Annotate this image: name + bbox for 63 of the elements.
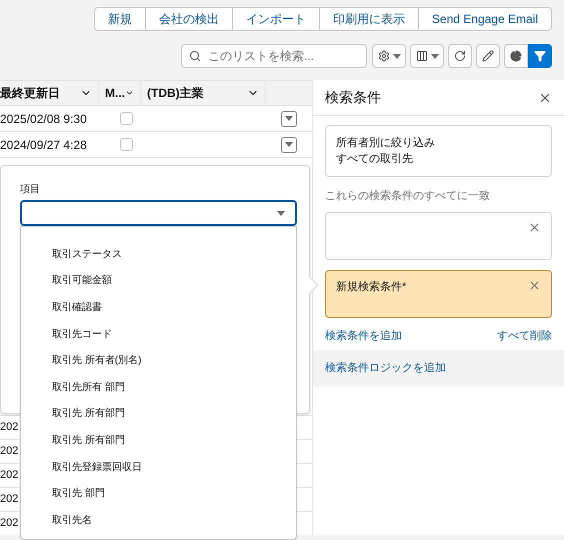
caret-icon xyxy=(430,54,438,58)
owner-filter-text: すべての取引先 xyxy=(336,152,414,167)
table-cell-text: 202 xyxy=(0,420,18,436)
column-header[interactable]: M... xyxy=(99,81,141,105)
remove-icon[interactable] xyxy=(528,220,541,234)
add-logic-link[interactable]: 検索条件ロジックを追加 xyxy=(325,362,446,374)
option-item[interactable]: 取引ステータス xyxy=(21,241,296,268)
columns-icon xyxy=(416,50,428,62)
table-cell-text: 2024/09/27 4:28 xyxy=(0,136,88,154)
table-cell-text: 202 xyxy=(0,516,18,532)
toolbar-button[interactable] xyxy=(476,44,500,68)
column-header[interactable]: (TDB)主業 xyxy=(141,81,266,105)
toolbar-button[interactable] xyxy=(448,44,472,68)
owner-filter-card[interactable]: 所有者別に絞り込み すべての取引先 xyxy=(325,125,552,177)
table-cell-text: 202 xyxy=(0,492,18,508)
refresh-icon xyxy=(454,50,466,62)
field-select[interactable] xyxy=(20,200,297,226)
caret-icon xyxy=(285,142,293,147)
action-button[interactable]: 会社の検出 xyxy=(144,7,233,31)
column-header[interactable]: 最終更新日 xyxy=(0,81,99,105)
field-label: 項目 xyxy=(20,183,41,197)
pencil-icon xyxy=(482,50,494,62)
action-button[interactable]: 新規 xyxy=(94,7,146,31)
remove-icon[interactable] xyxy=(528,278,541,292)
remove-all-link[interactable]: すべて削除 xyxy=(497,328,552,344)
option-item[interactable]: 取引先所有 部門 xyxy=(21,374,296,401)
toolbar-button[interactable] xyxy=(504,44,528,68)
option-item[interactable]: 取引先コード xyxy=(21,320,296,348)
action-button[interactable]: Send Engage Email xyxy=(418,7,552,31)
checkbox[interactable] xyxy=(120,138,132,151)
row-menu-button[interactable] xyxy=(281,136,297,152)
option-item[interactable]: 取引先名 xyxy=(21,506,296,534)
caret-icon xyxy=(285,116,293,121)
pie-chart-icon xyxy=(510,50,522,62)
add-filter-link[interactable]: 検索条件を追加 xyxy=(325,328,402,344)
owner-filter-text: 所有者別に絞り込み xyxy=(336,136,436,151)
option-item[interactable]: 取引確認書 xyxy=(21,294,296,321)
action-button[interactable]: 印刷用に表示 xyxy=(318,7,419,31)
settings-icon xyxy=(378,50,390,62)
panel-title: 検索条件 xyxy=(325,88,381,107)
table-cell-text: 202 xyxy=(0,444,18,460)
option-item[interactable]: 取引可能金額 xyxy=(21,268,296,294)
option-item[interactable]: 取引先 所有部門 xyxy=(21,427,296,454)
filter-icon xyxy=(534,50,546,62)
checkbox[interactable] xyxy=(120,112,132,125)
row-menu-button[interactable] xyxy=(281,110,297,126)
table-cell-text: 202 xyxy=(0,468,18,484)
option-item[interactable]: 取引先 所有部門 xyxy=(21,400,296,428)
option-item[interactable]: 取引先登録票回収日 xyxy=(21,454,296,480)
toolbar-button[interactable] xyxy=(372,44,406,68)
match-label: これらの検索条件のすべてに一致 xyxy=(325,188,491,204)
action-button[interactable]: インポート xyxy=(232,7,320,31)
table-cell-text: 2025/02/08 9:30 xyxy=(0,110,88,128)
caret-icon xyxy=(277,210,285,216)
search-icon xyxy=(189,50,201,62)
search-field[interactable]: このリストを検索... xyxy=(181,44,367,68)
toolbar-button[interactable] xyxy=(528,44,552,68)
caret-icon xyxy=(392,54,400,58)
toolbar-button[interactable] xyxy=(410,44,444,68)
filter-card[interactable]: 新規検索条件* xyxy=(325,270,552,318)
option-item[interactable]: 取引先 部門 xyxy=(21,480,296,507)
filter-label: 新規検索条件* xyxy=(336,280,406,294)
option-item[interactable]: 取引先 所有者(別名) xyxy=(21,347,296,374)
